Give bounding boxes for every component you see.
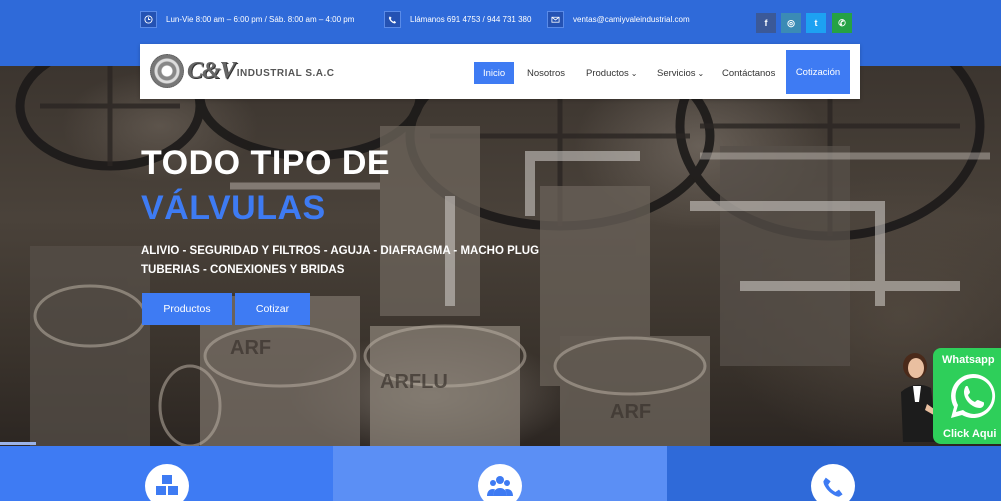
valve-mark-3: ARF (610, 401, 651, 423)
feature-products[interactable] (0, 446, 333, 501)
phone-info[interactable]: Llámanos 691 4753 / 944 731 380 (384, 9, 531, 29)
whatsapp-widget-title: Whatsapp (942, 354, 995, 366)
phone-text[interactable]: Llámanos 691 4753 / 944 731 380 (410, 15, 531, 24)
phone-icon (384, 10, 401, 28)
nav-item-nosotros[interactable]: Nosotros (527, 62, 565, 84)
valve-mark-1: ARF (230, 337, 271, 359)
main-navbar: C&V INDUSTRIAL S.A.C Inicio Nosotros Pro… (140, 44, 860, 99)
chevron-down-icon: ⌄ (630, 68, 638, 78)
hours-text: Lun-Vie 8:00 am – 6:00 pm / Sáb. 8:00 am… (166, 14, 355, 24)
feature-team[interactable] (333, 446, 667, 501)
twitter-icon[interactable]: t (806, 13, 826, 33)
nav-item-contactanos[interactable]: Contáctanos (722, 62, 775, 84)
email-info[interactable]: ventas@camiyvaleindustrial.com (547, 9, 690, 29)
quote-button[interactable]: Cotización (786, 50, 850, 94)
nav-item-label: Productos (586, 67, 629, 79)
hero-subtitle-line2: TUBERIAS - CONEXIONES Y BRIDAS (141, 264, 345, 276)
phone-icon (811, 464, 855, 501)
whatsapp-widget[interactable]: Whatsapp Click Aqui (933, 348, 1001, 444)
whatsapp-widget-cta: Click Aqui (943, 428, 997, 440)
cubes-icon (145, 464, 189, 501)
hero-title-line2: VÁLVULAS (141, 189, 326, 227)
quote-hero-button[interactable]: Cotizar (235, 293, 310, 325)
nav-item-label: Servicios (657, 67, 696, 79)
slider-progress-bar (0, 442, 36, 445)
whatsapp-icon[interactable]: ✆ (832, 13, 852, 33)
gear-logo-icon (150, 54, 184, 88)
hero-subtitle-line1: ALIVIO - SEGURIDAD Y FILTROS - AGUJA - D… (141, 245, 540, 257)
hero-title-line1: TODO TIPO DE (141, 144, 391, 182)
nav-item-servicios[interactable]: Servicios ⌄ (657, 62, 704, 84)
feature-contact[interactable] (667, 446, 1001, 501)
valve-mark-2: ARFLU (380, 371, 448, 393)
instagram-icon[interactable]: ◎ (781, 13, 801, 33)
logo-mark: C&V (187, 57, 236, 84)
whatsapp-logo-icon (951, 373, 996, 418)
email-text[interactable]: ventas@camiyvaleindustrial.com (573, 15, 690, 24)
nav-item-inicio[interactable]: Inicio (474, 62, 515, 84)
company-logo[interactable]: C&V INDUSTRIAL S.A.C (150, 53, 360, 89)
facebook-icon[interactable]: f (756, 13, 776, 33)
clock-icon (140, 10, 157, 28)
chevron-down-icon: ⌄ (697, 68, 705, 78)
products-button[interactable]: Productos (142, 293, 232, 325)
hours-info: Lun-Vie 8:00 am – 6:00 pm / Sáb. 8:00 am… (140, 9, 354, 29)
logo-subtitle: INDUSTRIAL S.A.C (236, 68, 335, 79)
envelope-icon (547, 10, 564, 28)
nav-item-productos[interactable]: Productos ⌄ (586, 62, 637, 84)
users-icon (478, 464, 522, 501)
